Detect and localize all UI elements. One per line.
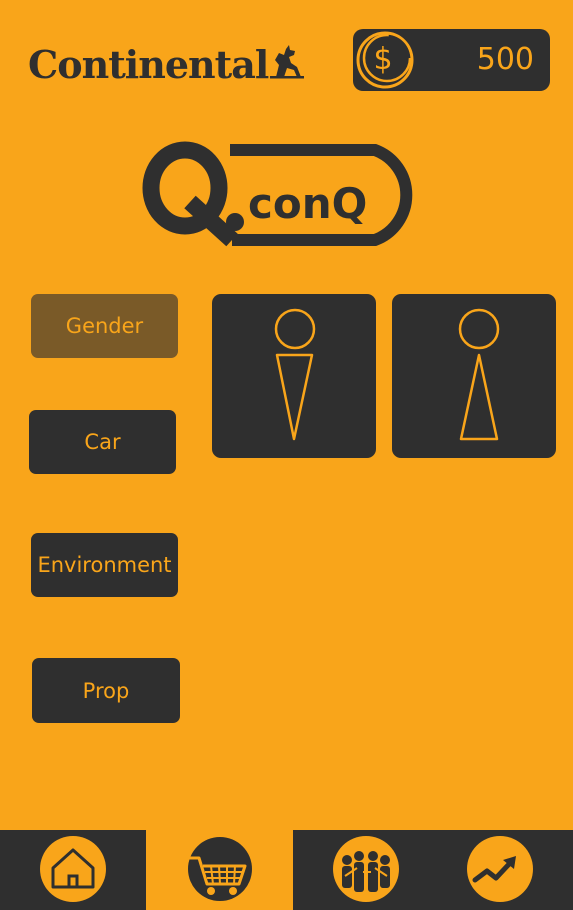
category-environment-button[interactable]: Environment: [31, 533, 178, 597]
horse-icon: [270, 45, 305, 79]
community-icon: [333, 836, 399, 902]
male-figure-icon: [274, 308, 316, 441]
category-prop-button[interactable]: Prop: [32, 658, 180, 723]
female-figure-icon: [458, 308, 500, 441]
bottom-navigation: [0, 830, 573, 910]
nav-trends-button[interactable]: [467, 836, 533, 902]
qconq-logo-text: conQ: [248, 179, 367, 228]
category-label: Prop: [82, 678, 130, 703]
nav-home-button[interactable]: [40, 836, 106, 902]
brand-name: Continental: [28, 41, 269, 87]
male-option-tile[interactable]: [212, 294, 376, 458]
category-car-button[interactable]: Car: [29, 410, 176, 474]
shopping-cart-icon: [188, 837, 252, 901]
female-option-tile[interactable]: [392, 294, 556, 458]
svg-text:$: $: [373, 42, 392, 77]
trending-up-icon: [467, 836, 533, 902]
dollar-coin-icon: $: [356, 31, 414, 89]
coin-balance: $ 500: [353, 29, 550, 91]
nav-shop-button[interactable]: [187, 836, 253, 902]
category-label: Car: [84, 430, 121, 454]
nav-community-button[interactable]: [333, 836, 399, 902]
coin-count: 500: [476, 42, 534, 77]
category-gender-button[interactable]: Gender: [31, 294, 178, 358]
qconq-logo: conQ: [142, 141, 413, 247]
category-label: Environment: [37, 553, 172, 577]
home-icon: [40, 836, 106, 902]
continental-logo: Continental: [28, 36, 305, 92]
category-label: Gender: [65, 314, 144, 338]
